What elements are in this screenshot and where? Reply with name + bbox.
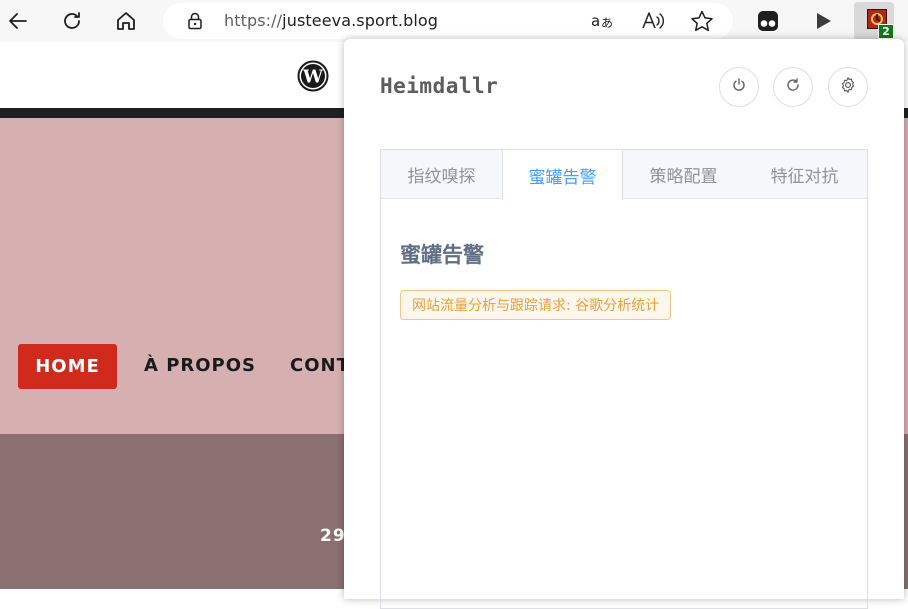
url-scheme: https:// — [224, 11, 283, 30]
refresh-icon[interactable] — [58, 7, 86, 35]
power-button[interactable] — [719, 67, 759, 107]
power-icon — [731, 77, 747, 97]
heimdallr-popup: Heimdallr 指纹嗅探 蜜罐告警 策略配置 特征对抗 蜜罐告警 网站流量分… — [344, 39, 904, 609]
tab-policy-config[interactable]: 策略配置 — [623, 150, 744, 199]
section-title: 蜜罐告警 — [400, 243, 484, 267]
play-extension-icon[interactable] — [809, 7, 837, 35]
nav-item-home[interactable]: HOME — [18, 344, 117, 389]
url-host: justeeva.sport.blog — [282, 11, 439, 30]
svg-text:W: W — [302, 67, 324, 88]
tab-fingerprint-sniffing[interactable]: 指纹嗅探 — [381, 150, 502, 199]
tabs-header: 指纹嗅探 蜜罐告警 策略配置 特征对抗 — [381, 150, 867, 200]
wordpress-logo-icon[interactable]: W — [297, 60, 329, 92]
favorite-star-icon[interactable] — [689, 9, 715, 33]
read-aloud-icon[interactable] — [640, 9, 666, 33]
settings-button[interactable] — [828, 67, 868, 107]
address-bar[interactable]: https://justeeva.sport.blog aあ — [163, 3, 733, 39]
lock-icon[interactable] — [185, 11, 205, 31]
nav-item-a-propos[interactable]: À PROPOS — [144, 355, 256, 376]
url-text[interactable]: https://justeeva.sport.blog — [224, 11, 438, 30]
popup-title: Heimdallr — [380, 74, 499, 98]
tabs-container: 指纹嗅探 蜜罐告警 策略配置 特征对抗 蜜罐告警 网站流量分析与跟踪请求: 谷歌… — [380, 149, 868, 609]
tab-feature-countermeasures[interactable]: 特征对抗 — [744, 150, 865, 199]
svg-text:あ: あ — [601, 16, 613, 30]
gear-icon — [839, 76, 857, 98]
alert-tag: 网站流量分析与跟踪请求: 谷歌分析统计 — [400, 290, 672, 320]
svg-text:a: a — [591, 12, 600, 30]
nav-item-contact[interactable]: CONT — [290, 355, 350, 376]
refresh-button[interactable] — [773, 67, 813, 107]
tab-honeypot-alerts[interactable]: 蜜罐告警 — [502, 150, 623, 200]
post-date-fragment: 29 — [320, 526, 346, 546]
home-icon[interactable] — [112, 7, 140, 35]
refresh-icon — [785, 77, 801, 97]
heimdallr-extension-button[interactable]: 2 — [854, 2, 894, 40]
read-aloud-translate-icon[interactable]: aあ — [590, 9, 616, 33]
tampermonkey-extension-icon[interactable] — [754, 7, 782, 35]
back-arrow-icon[interactable] — [4, 7, 32, 35]
browser-toolbar: https://justeeva.sport.blog aあ 2 — [0, 0, 908, 42]
extension-badge: 2 — [878, 24, 894, 39]
